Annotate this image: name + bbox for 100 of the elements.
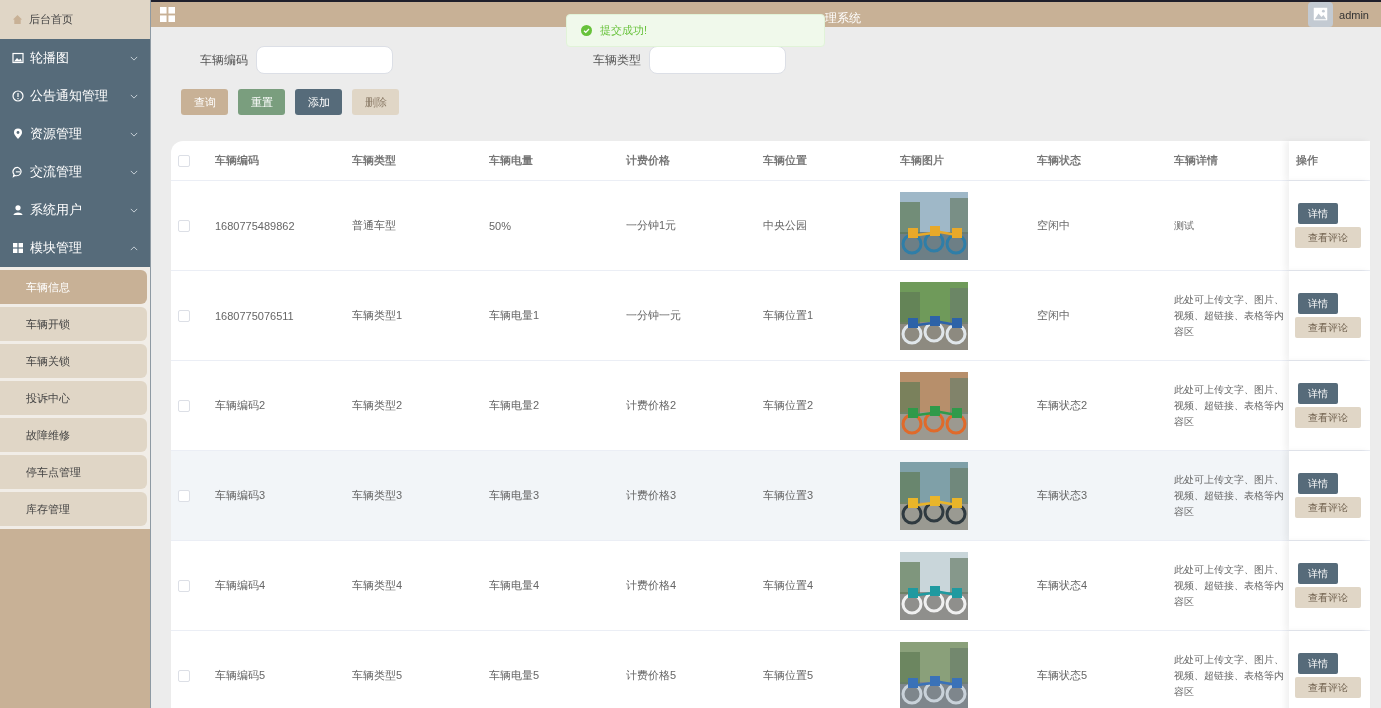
column-header: 车辆位置: [763, 153, 807, 168]
checkbox[interactable]: [178, 309, 190, 322]
row-action-button[interactable]: 详情: [1298, 653, 1338, 674]
table-cell: 车辆电量5: [489, 668, 540, 683]
chevron-icon: [130, 207, 138, 213]
table-cell-text: 此处可上传文字、图片、视频、超链接、表格等内容区: [1174, 652, 1285, 699]
table-cell: 车辆位置2: [763, 398, 814, 413]
table-cell: 车辆位置3: [763, 488, 814, 503]
table-cell: 计费价格2: [626, 398, 677, 413]
row-action-button[interactable]: 查看评论: [1295, 677, 1361, 698]
checkbox[interactable]: [178, 154, 190, 167]
column-header: 车辆详情: [1174, 153, 1218, 168]
avatar-icon[interactable]: [1308, 2, 1334, 27]
table-cell-text: 此处可上传文字、图片、视频、超链接、表格等内容区: [1174, 472, 1285, 519]
submenu-item[interactable]: 停车点管理: [0, 455, 147, 489]
submenu-item[interactable]: 车辆关锁: [0, 344, 147, 378]
checkbox[interactable]: [178, 399, 190, 412]
chevron-icon: [130, 55, 138, 61]
table-cell: 1680775076511: [215, 309, 294, 322]
table-cell-text: 此处可上传文字、图片、视频、超链接、表格等内容区: [1174, 562, 1285, 609]
table-cell: 车辆位置1: [763, 308, 814, 323]
row-action-button[interactable]: 查看评论: [1295, 407, 1361, 428]
row-action-button[interactable]: 查看评论: [1295, 587, 1361, 608]
row-action-button[interactable]: 详情: [1298, 203, 1338, 224]
row-action-button[interactable]: 详情: [1298, 293, 1338, 314]
location-pin-icon: [12, 128, 24, 140]
check-icon: [581, 25, 592, 36]
column-header: 车辆电量: [489, 153, 533, 168]
menu-item[interactable]: 系统用户: [0, 191, 150, 229]
checkbox[interactable]: [178, 219, 190, 232]
chevron-icon: [130, 245, 138, 251]
checkbox[interactable]: [178, 489, 190, 502]
system-title: 理系统: [825, 10, 861, 27]
table-cell-text: 测试: [1174, 218, 1195, 233]
submenu-item[interactable]: 投诉中心: [0, 381, 147, 415]
table-cell: 一分钟一元: [626, 308, 681, 323]
table-cell: 车辆电量2: [489, 398, 540, 413]
menu-item[interactable]: 资源管理: [0, 115, 150, 153]
row-action-button[interactable]: 查看评论: [1295, 227, 1361, 248]
chevron-icon: [130, 131, 138, 137]
table-cell: 车辆类型1: [352, 308, 403, 323]
home-menu-item[interactable]: 后台首页: [0, 0, 150, 39]
input-field[interactable]: [256, 46, 393, 74]
chevron-icon: [130, 169, 138, 175]
field-label: 车辆类型: [592, 51, 642, 69]
table-cell-text: 此处可上传文字、图片、视频、超链接、表格等内容区: [1174, 292, 1285, 339]
table-cell: 1680775489862: [215, 219, 295, 232]
table-cell: 50%: [489, 219, 512, 232]
row-action-button[interactable]: 查看评论: [1295, 317, 1361, 338]
table-cell: 车辆位置5: [763, 668, 814, 683]
table-cell: 中央公园: [763, 218, 807, 233]
table-cell: 空闲中: [1037, 218, 1070, 233]
table-cell: 车辆类型5: [352, 668, 403, 683]
table-cell: 车辆电量1: [489, 308, 540, 323]
checkbox[interactable]: [178, 579, 190, 592]
grid-icon: [12, 242, 24, 254]
table-cell: 车辆状态5: [1037, 668, 1088, 683]
table-cell: 车辆状态3: [1037, 488, 1088, 503]
info-icon: [12, 90, 24, 102]
toast-message: 提交成功!: [600, 23, 648, 38]
table-cell: 空闲中: [1037, 308, 1070, 323]
table-cell-text: 此处可上传文字、图片、视频、超链接、表格等内容区: [1174, 382, 1285, 429]
username: admin: [1339, 8, 1369, 21]
menu-item[interactable]: 交流管理: [0, 153, 150, 191]
home-icon: [12, 14, 23, 25]
table-cell: 车辆状态4: [1037, 578, 1088, 593]
action-button[interactable]: 添加: [295, 89, 342, 115]
table-cell: 车辆电量3: [489, 488, 540, 503]
table-cell: 车辆类型2: [352, 398, 403, 413]
row-action-button[interactable]: 详情: [1298, 383, 1338, 404]
menu-item[interactable]: 轮播图: [0, 39, 150, 77]
table-cell: 车辆编码3: [215, 488, 266, 503]
menu-item[interactable]: 模块管理: [0, 229, 150, 267]
row-action-button[interactable]: 查看评论: [1295, 497, 1361, 518]
row-action-button[interactable]: 详情: [1298, 473, 1338, 494]
action-button[interactable]: 重置: [238, 89, 285, 115]
user-icon: [12, 204, 24, 216]
row-action-button[interactable]: 详情: [1298, 563, 1338, 584]
menu-item[interactable]: 公告通知管理: [0, 77, 150, 115]
column-header: 操作: [1296, 153, 1318, 168]
submenu-item[interactable]: 库存管理: [0, 492, 147, 526]
table-cell: 车辆状态2: [1037, 398, 1088, 413]
submenu-item[interactable]: 车辆开锁: [0, 307, 147, 341]
submenu-item[interactable]: 故障维修: [0, 418, 147, 452]
table-cell: 车辆电量4: [489, 578, 540, 593]
table-cell: 计费价格4: [626, 578, 677, 593]
table-cell: 一分钟1元: [626, 218, 677, 233]
column-header: 计费价格: [626, 153, 670, 168]
chevron-icon: [130, 93, 138, 99]
column-header: 车辆图片: [900, 153, 944, 168]
table-cell: 计费价格3: [626, 488, 677, 503]
picture-icon: [12, 52, 24, 64]
table-cell: 车辆位置4: [763, 578, 814, 593]
table-cell: 车辆编码4: [215, 578, 266, 593]
table-cell: 计费价格5: [626, 668, 677, 683]
column-header: 车辆编码: [215, 153, 259, 168]
input-field[interactable]: [649, 46, 786, 74]
checkbox[interactable]: [178, 669, 190, 682]
table-cell: 普通车型: [352, 218, 396, 233]
grid-icon[interactable]: [160, 7, 175, 22]
